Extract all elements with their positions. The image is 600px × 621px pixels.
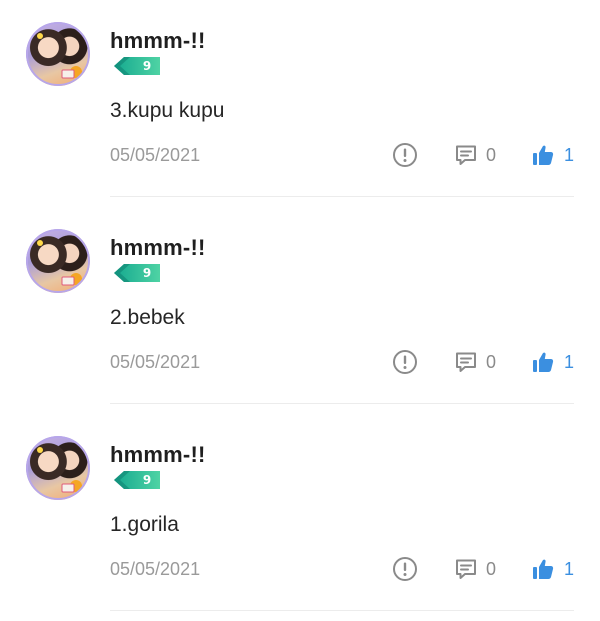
reply-button[interactable]: 0 bbox=[454, 556, 496, 582]
thumbs-up-icon bbox=[533, 352, 554, 372]
comment-item: hmmm-!! 9 2.bebek 05/05/2021 0 1 bbox=[0, 207, 600, 414]
like-count: 1 bbox=[564, 558, 575, 579]
comment-icon bbox=[456, 352, 476, 372]
report-button[interactable] bbox=[392, 556, 418, 582]
level-number: 9 bbox=[142, 59, 152, 73]
comment-text: 3.kupu kupu bbox=[110, 99, 225, 122]
avatar[interactable] bbox=[26, 22, 90, 86]
thumbs-up-icon bbox=[533, 145, 554, 165]
reply-count: 0 bbox=[486, 144, 497, 165]
reply-button[interactable]: 0 bbox=[454, 349, 496, 375]
divider bbox=[110, 610, 574, 611]
avatar-image bbox=[26, 22, 90, 86]
like-button[interactable]: 1 bbox=[532, 556, 574, 582]
username[interactable]: hmmm-!! bbox=[110, 235, 206, 261]
divider bbox=[110, 403, 574, 404]
comment-date: 05/05/2021 bbox=[110, 352, 201, 372]
comment-icon bbox=[456, 145, 476, 165]
comment-item: hmmm-!! 9 1.gorila 05/05/2021 0 1 bbox=[0, 414, 600, 621]
like-count: 1 bbox=[564, 351, 575, 372]
level-number: 9 bbox=[142, 473, 152, 487]
alert-circle-icon bbox=[393, 143, 417, 167]
alert-circle-icon bbox=[393, 557, 417, 581]
username[interactable]: hmmm-!! bbox=[110, 28, 206, 54]
comment-text: 2.bebek bbox=[110, 306, 185, 329]
comment-text: 1.gorila bbox=[110, 513, 179, 536]
like-count: 1 bbox=[564, 144, 575, 165]
report-button[interactable] bbox=[392, 142, 418, 168]
comment-date: 05/05/2021 bbox=[110, 145, 201, 165]
thumbs-up-icon bbox=[533, 559, 554, 579]
comment-icon bbox=[456, 559, 476, 579]
reply-button[interactable]: 0 bbox=[454, 142, 496, 168]
comment-list: hmmm-!! 9 3.kupu kupu 05/05/2021 0 1 hmm… bbox=[0, 0, 600, 621]
avatar-image bbox=[26, 436, 90, 500]
report-button[interactable] bbox=[392, 349, 418, 375]
like-button[interactable]: 1 bbox=[532, 349, 574, 375]
avatar[interactable] bbox=[26, 229, 90, 293]
reply-count: 0 bbox=[486, 558, 497, 579]
level-badge: 9 bbox=[112, 470, 162, 490]
reply-count: 0 bbox=[486, 351, 497, 372]
like-button[interactable]: 1 bbox=[532, 142, 574, 168]
comment-date: 05/05/2021 bbox=[110, 559, 201, 579]
alert-circle-icon bbox=[393, 350, 417, 374]
level-badge: 9 bbox=[112, 56, 162, 76]
comment-item: hmmm-!! 9 3.kupu kupu 05/05/2021 0 1 bbox=[0, 0, 600, 207]
avatar[interactable] bbox=[26, 436, 90, 500]
level-badge: 9 bbox=[112, 263, 162, 283]
level-number: 9 bbox=[142, 266, 152, 280]
avatar-image bbox=[26, 229, 90, 293]
username[interactable]: hmmm-!! bbox=[110, 442, 206, 468]
divider bbox=[110, 196, 574, 197]
